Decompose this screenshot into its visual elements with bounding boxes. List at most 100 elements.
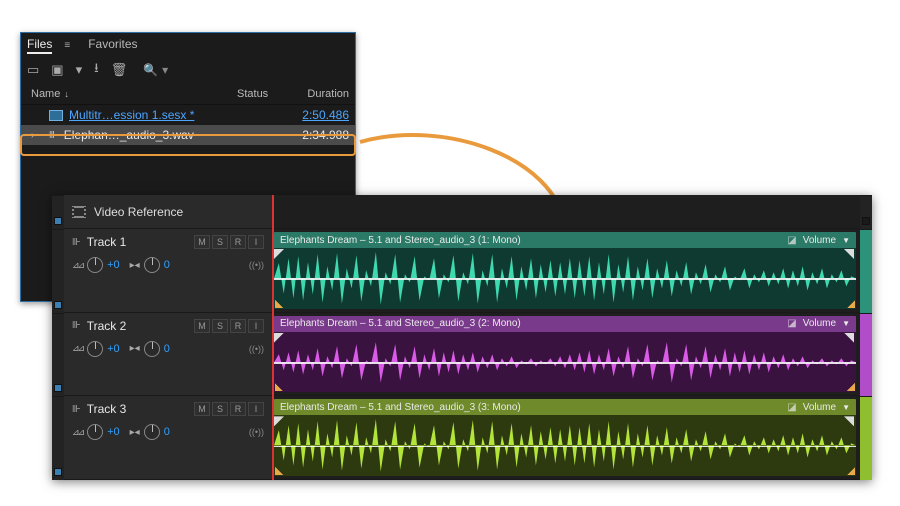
file-row-session[interactable]: Multitr…ession 1.sesx * 2:50.486 xyxy=(21,105,355,125)
timeline[interactable]: Elephants Dream – 5.1 and Stereo_audio_3… xyxy=(272,195,860,480)
volume-value[interactable]: +0 xyxy=(107,426,120,438)
tab-files[interactable]: Files xyxy=(27,37,52,54)
clip-stretch-handle[interactable] xyxy=(847,467,855,475)
clip-stretch-handle[interactable] xyxy=(847,300,855,308)
file-name: Multitr…ession 1.sesx * xyxy=(69,108,194,122)
track-name[interactable]: Track 3 xyxy=(87,402,188,416)
clip-volume-label[interactable]: Volume xyxy=(803,235,836,246)
track-lane-2[interactable]: Elephants Dream – 5.1 and Stereo_audio_3… xyxy=(272,313,860,397)
pan-icon: ▸◂ xyxy=(130,343,140,354)
expand-icon[interactable]: › xyxy=(31,130,34,141)
solo-button[interactable]: S xyxy=(212,235,228,249)
audio-clip-3[interactable]: Elephants Dream – 5.1 and Stereo_audio_3… xyxy=(274,399,856,476)
record-button[interactable]: R xyxy=(230,235,246,249)
clip-stretch-handle[interactable] xyxy=(275,383,283,391)
col-status[interactable]: Status xyxy=(237,88,287,100)
pan-knob[interactable] xyxy=(144,257,160,273)
chevron-down-icon[interactable]: ▼ xyxy=(842,403,850,412)
record-button[interactable]: R xyxy=(230,402,246,416)
clip-fx-icon[interactable]: ◪ xyxy=(787,235,796,246)
files-columns: Name ↓ Status Duration xyxy=(21,83,355,105)
volume-knob[interactable] xyxy=(87,257,103,273)
audio-clip-2[interactable]: Elephants Dream – 5.1 and Stereo_audio_3… xyxy=(274,316,856,393)
col-name-label: Name xyxy=(31,88,60,100)
track-headers: Video Reference ⊪ Track 1 M S R I ⊿⊿ +0 ▸… xyxy=(64,195,272,480)
track-color-swatch[interactable] xyxy=(54,301,62,309)
pan-knob[interactable] xyxy=(144,424,160,440)
video-reference-track[interactable]: Video Reference xyxy=(64,195,272,229)
clip-envelope-line[interactable] xyxy=(274,362,856,364)
chevron-down-icon[interactable]: ▼ xyxy=(842,319,850,328)
volume-icon: ⊿⊿ xyxy=(72,260,83,271)
volume-knob[interactable] xyxy=(87,341,103,357)
track-header-3[interactable]: ⊪ Track 3 M S R I ⊿⊿+0 ▸◂0 ((•)) xyxy=(64,396,272,480)
clip-volume-label[interactable]: Volume xyxy=(803,402,836,413)
import-icon[interactable]: ▣ xyxy=(51,62,63,78)
search-icon: 🔍 xyxy=(143,63,158,77)
clip-envelope-line[interactable] xyxy=(274,446,856,448)
chevron-down-icon[interactable]: ▼ xyxy=(842,236,850,245)
file-duration: 2:34.988 xyxy=(287,128,349,142)
pan-icon: ▸◂ xyxy=(130,260,140,271)
track-color-strip-left xyxy=(52,195,64,480)
input-monitor-button[interactable]: I xyxy=(248,235,264,249)
tab-favorites[interactable]: Favorites xyxy=(88,37,137,54)
volume-value[interactable]: +0 xyxy=(107,259,120,271)
file-duration: 2:50.486 xyxy=(287,108,349,122)
col-duration[interactable]: Duration xyxy=(287,88,349,100)
mute-button[interactable]: M xyxy=(194,235,210,249)
track-header-1[interactable]: ⊪ Track 1 M S R I ⊿⊿ +0 ▸◂ 0 ((•)) xyxy=(64,229,272,313)
new-file-icon[interactable]: ▾ xyxy=(76,62,83,78)
col-name[interactable]: Name ↓ xyxy=(31,88,237,100)
clip-stretch-handle[interactable] xyxy=(847,383,855,391)
panel-toolbar: ▭ ▣ ▾ ⭳ 🗑 🔍▾ xyxy=(21,57,355,83)
mute-button[interactable]: M xyxy=(194,319,210,333)
pan-value[interactable]: 0 xyxy=(164,426,170,438)
volume-icon: ⊿⊿ xyxy=(72,343,83,354)
audio-icon: ⊪ xyxy=(72,237,81,248)
trash-icon[interactable]: 🗑 xyxy=(111,62,128,78)
input-monitor-button[interactable]: I xyxy=(248,402,264,416)
search-field[interactable]: 🔍▾ xyxy=(143,63,168,77)
output-routing-icon[interactable]: ((•)) xyxy=(249,427,264,437)
track-color-swatch[interactable] xyxy=(54,468,62,476)
track-color-swatch[interactable] xyxy=(862,217,870,225)
pan-value[interactable]: 0 xyxy=(164,343,170,355)
open-folder-icon[interactable]: ▭ xyxy=(27,62,39,78)
track-lane-3[interactable]: Elephants Dream – 5.1 and Stereo_audio_3… xyxy=(272,396,860,480)
multitrack-editor: Video Reference ⊪ Track 1 M S R I ⊿⊿ +0 ▸… xyxy=(52,195,872,480)
track-name[interactable]: Track 1 xyxy=(87,235,188,249)
volume-knob[interactable] xyxy=(87,424,103,440)
clip-volume-label[interactable]: Volume xyxy=(803,318,836,329)
clip-stretch-handle[interactable] xyxy=(275,300,283,308)
record-button[interactable]: R xyxy=(230,319,246,333)
clip-stretch-handle[interactable] xyxy=(275,467,283,475)
track-color-swatch[interactable] xyxy=(54,384,62,392)
volume-value[interactable]: +0 xyxy=(107,343,120,355)
file-row-audio[interactable]: › ⊪ Elephan…_audio_3.wav 2:34.988 xyxy=(21,125,355,145)
solo-button[interactable]: S xyxy=(212,319,228,333)
audio-clip-1[interactable]: Elephants Dream – 5.1 and Stereo_audio_3… xyxy=(274,232,856,309)
clip-fx-icon[interactable]: ◪ xyxy=(787,402,796,413)
track-header-2[interactable]: ⊪ Track 2 M S R I ⊿⊿ +0 ▸◂ 0 ((•)) xyxy=(64,313,272,397)
sesx-icon xyxy=(49,110,63,121)
audio-icon: ⊪ xyxy=(49,130,58,141)
volume-icon: ⊿⊿ xyxy=(72,427,83,438)
panel-menu-icon[interactable]: ≡ xyxy=(64,40,70,51)
clip-envelope-line[interactable] xyxy=(274,278,856,280)
pan-value[interactable]: 0 xyxy=(164,259,170,271)
input-monitor-button[interactable]: I xyxy=(248,319,264,333)
mute-button[interactable]: M xyxy=(194,402,210,416)
clip-fx-icon[interactable]: ◪ xyxy=(787,318,796,329)
track-color-swatch[interactable] xyxy=(54,217,62,225)
output-routing-icon[interactable]: ((•)) xyxy=(249,344,264,354)
pan-knob[interactable] xyxy=(144,341,160,357)
audio-icon: ⊪ xyxy=(72,320,81,331)
video-reference-lane[interactable] xyxy=(272,195,860,229)
output-routing-icon[interactable]: ((•)) xyxy=(249,260,264,270)
playhead[interactable] xyxy=(272,195,274,480)
save-icon[interactable]: ⭳ xyxy=(94,59,99,81)
track-name[interactable]: Track 2 xyxy=(87,319,188,333)
track-lane-1[interactable]: Elephants Dream – 5.1 and Stereo_audio_3… xyxy=(272,229,860,313)
solo-button[interactable]: S xyxy=(212,402,228,416)
